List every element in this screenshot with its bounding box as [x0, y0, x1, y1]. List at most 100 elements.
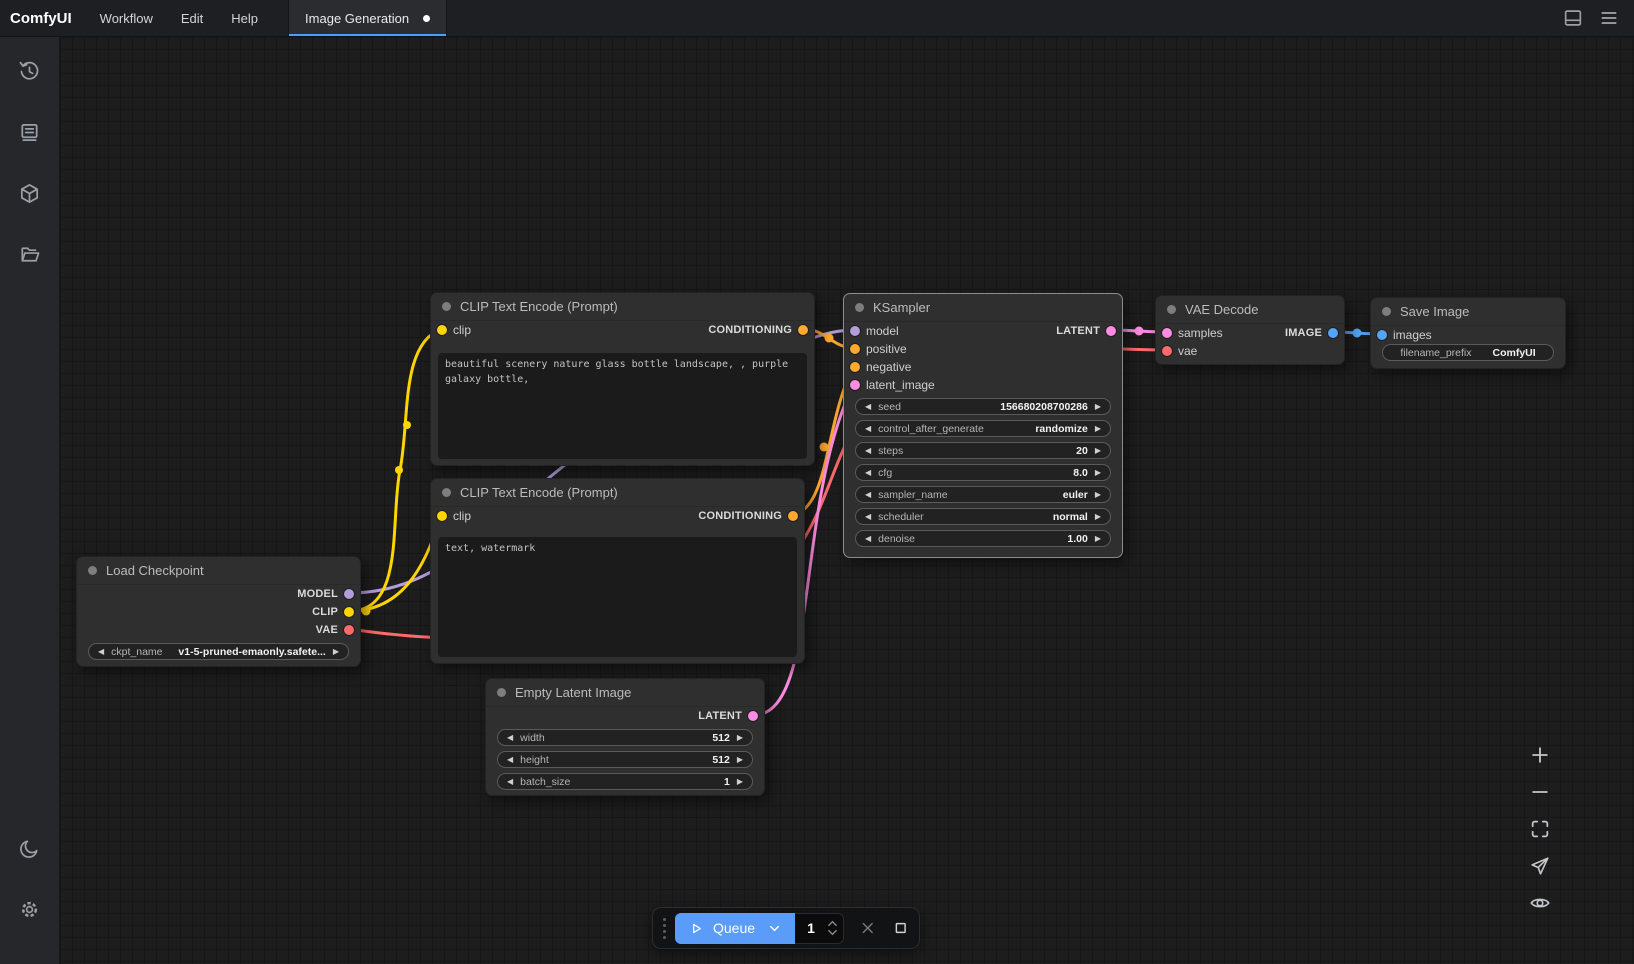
increment-arrow-icon[interactable]: ▶ [1095, 403, 1101, 411]
node-load-checkpoint[interactable]: Load Checkpoint MODEL CLIP VAE ◀ ckpt_na… [76, 556, 361, 667]
conditioning-output-dot[interactable] [798, 325, 808, 335]
prev-arrow-icon[interactable]: ◀ [865, 425, 871, 433]
batch-count-stepper: 1 [795, 913, 844, 944]
next-arrow-icon[interactable]: ▶ [1095, 491, 1101, 499]
decrement-arrow-icon[interactable]: ◀ [865, 447, 871, 455]
decrement-arrow-icon[interactable]: ◀ [865, 469, 871, 477]
count-decrement-icon[interactable] [827, 929, 838, 936]
node-header[interactable]: CLIP Text Encode (Prompt) [431, 293, 814, 321]
widget-ckpt-name[interactable]: ◀ ckpt_name v1-5-pruned-emaonly.safete..… [88, 643, 349, 660]
pan-mode-icon[interactable] [1529, 855, 1551, 877]
bottom-panel-toggle-icon[interactable] [1562, 7, 1584, 29]
next-arrow-icon[interactable]: ▶ [1095, 425, 1101, 433]
node-title: Empty Latent Image [515, 685, 631, 700]
next-arrow-icon[interactable]: ▶ [1095, 513, 1101, 521]
increment-arrow-icon[interactable]: ▶ [737, 778, 743, 786]
app-logo[interactable]: ComfyUI [0, 0, 86, 36]
queue-button[interactable]: Queue [675, 913, 795, 944]
latent-image-input-dot[interactable] [850, 380, 860, 390]
stop-icon[interactable] [892, 919, 909, 937]
node-header[interactable]: Load Checkpoint [77, 557, 360, 585]
widget-denoise[interactable]: ◀ denoise 1.00 ▶ [855, 530, 1111, 547]
increment-arrow-icon[interactable]: ▶ [737, 756, 743, 764]
slot-row-model-latent: model LATENT [844, 322, 1122, 340]
widget-width[interactable]: ◀ width 512 ▶ [497, 729, 753, 746]
increment-arrow-icon[interactable]: ▶ [737, 734, 743, 742]
widget-sampler-name[interactable]: ◀ sampler_name euler ▶ [855, 486, 1111, 503]
decrement-arrow-icon[interactable]: ◀ [507, 734, 513, 742]
positive-input-dot[interactable] [850, 344, 860, 354]
toggle-links-visibility-icon[interactable] [1529, 892, 1551, 914]
tab-image-generation[interactable]: Image Generation [288, 0, 447, 36]
widget-height[interactable]: ◀ height 512 ▶ [497, 751, 753, 768]
clip-input-dot[interactable] [437, 325, 447, 335]
count-increment-icon[interactable] [827, 920, 838, 927]
fit-view-icon[interactable] [1529, 818, 1551, 840]
drag-handle[interactable] [663, 918, 666, 939]
images-input-dot[interactable] [1377, 330, 1387, 340]
clear-queue-icon[interactable] [859, 919, 876, 937]
prev-arrow-icon[interactable]: ◀ [865, 491, 871, 499]
sidebar-item-queue[interactable] [10, 112, 50, 152]
node-header[interactable]: CLIP Text Encode (Prompt) [431, 479, 804, 507]
negative-input-dot[interactable] [850, 362, 860, 372]
widget-scheduler[interactable]: ◀ scheduler normal ▶ [855, 508, 1111, 525]
sidebar-item-workflows[interactable] [10, 234, 50, 274]
decrement-arrow-icon[interactable]: ◀ [865, 535, 871, 543]
vae-input-dot[interactable] [1162, 346, 1172, 356]
zoom-out-icon[interactable] [1529, 781, 1551, 803]
menu-help[interactable]: Help [217, 0, 272, 36]
widget-filename-prefix[interactable]: filename_prefix ComfyUI [1382, 344, 1554, 361]
model-output-dot[interactable] [344, 589, 354, 599]
sidebar-item-model-library[interactable] [10, 173, 50, 213]
widget-steps[interactable]: ◀ steps 20 ▶ [855, 442, 1111, 459]
prompt-textarea[interactable]: beautiful scenery nature glass bottle la… [438, 353, 807, 459]
widget-cfg[interactable]: ◀ cfg 8.0 ▶ [855, 464, 1111, 481]
latent-output-dot[interactable] [748, 711, 758, 721]
sidebar-item-history[interactable] [10, 51, 50, 91]
clip-output-dot[interactable] [344, 607, 354, 617]
prompt-textarea[interactable]: text, watermark [438, 537, 797, 657]
node-header[interactable]: VAE Decode [1156, 296, 1344, 324]
zoom-in-icon[interactable] [1529, 744, 1551, 766]
menu-icon[interactable] [1598, 7, 1620, 29]
node-empty-latent-image[interactable]: Empty Latent Image LATENT ◀ width 512 ▶ … [485, 678, 765, 796]
prev-arrow-icon[interactable]: ◀ [98, 648, 104, 656]
samples-input-dot[interactable] [1162, 328, 1172, 338]
sidebar-item-theme-toggle[interactable] [10, 828, 50, 868]
node-header[interactable]: KSampler [844, 294, 1122, 322]
queue-action-bar: Queue 1 [652, 907, 920, 949]
node-header[interactable]: Save Image [1371, 298, 1565, 326]
widget-batch-size[interactable]: ◀ batch_size 1 ▶ [497, 773, 753, 790]
widget-seed[interactable]: ◀ seed 156680208700286 ▶ [855, 398, 1111, 415]
node-header[interactable]: Empty Latent Image [486, 679, 764, 707]
model-input-dot[interactable] [850, 326, 860, 336]
latent-output-dot[interactable] [1106, 326, 1116, 336]
increment-arrow-icon[interactable]: ▶ [1095, 469, 1101, 477]
node-clip-text-encode-negative[interactable]: CLIP Text Encode (Prompt) clip CONDITION… [430, 478, 805, 664]
conditioning-output-dot[interactable] [788, 511, 798, 521]
chevron-down-icon[interactable] [768, 922, 781, 935]
widget-control-after-generate[interactable]: ◀ control_after_generate randomize ▶ [855, 420, 1111, 437]
menu-edit[interactable]: Edit [167, 0, 217, 36]
node-save-image[interactable]: Save Image images filename_prefix ComfyU… [1370, 297, 1566, 369]
prev-arrow-icon[interactable]: ◀ [865, 513, 871, 521]
decrement-arrow-icon[interactable]: ◀ [507, 778, 513, 786]
node-ksampler[interactable]: KSampler model LATENT positive negative … [843, 293, 1123, 558]
node-clip-text-encode-positive[interactable]: CLIP Text Encode (Prompt) clip CONDITION… [430, 292, 815, 466]
decrement-arrow-icon[interactable]: ◀ [865, 403, 871, 411]
increment-arrow-icon[interactable]: ▶ [1095, 535, 1101, 543]
batch-count-value[interactable]: 1 [795, 920, 827, 936]
decrement-arrow-icon[interactable]: ◀ [507, 756, 513, 764]
clip-input-dot[interactable] [437, 511, 447, 521]
increment-arrow-icon[interactable]: ▶ [1095, 447, 1101, 455]
vae-output-dot[interactable] [344, 625, 354, 635]
input-slot-negative: negative [844, 358, 1122, 376]
menu-workflow[interactable]: Workflow [86, 0, 167, 36]
widget-name: ckpt_name [111, 646, 162, 658]
sidebar-item-settings[interactable] [10, 889, 50, 929]
next-arrow-icon[interactable]: ▶ [333, 648, 339, 656]
workflows-folder-icon [18, 243, 41, 266]
node-vae-decode[interactable]: VAE Decode samples IMAGE vae [1155, 295, 1345, 365]
image-output-dot[interactable] [1328, 328, 1338, 338]
